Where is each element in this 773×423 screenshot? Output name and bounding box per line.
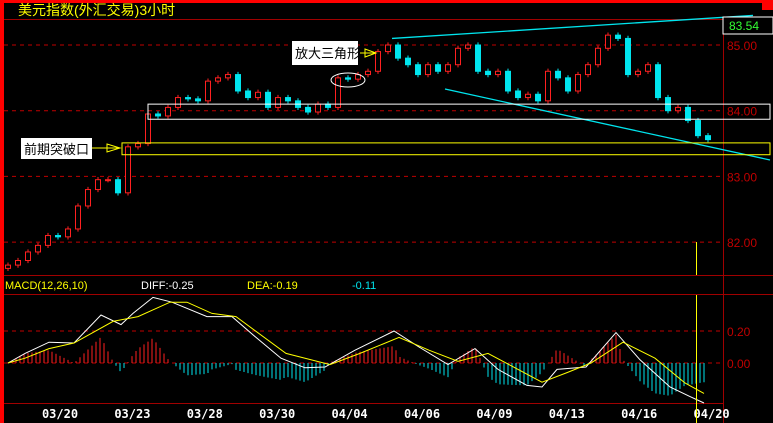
candle-body — [395, 44, 401, 59]
candle-body — [95, 179, 101, 191]
candle-body — [385, 44, 391, 53]
candle-body — [65, 228, 71, 238]
candle-body — [165, 106, 171, 117]
left-border — [0, 0, 4, 423]
candle-body — [705, 135, 711, 141]
candle-body — [375, 51, 381, 72]
candle-body — [255, 91, 261, 99]
candle-body — [425, 64, 431, 76]
candle-body — [215, 77, 221, 82]
candle-body — [535, 93, 541, 102]
candle-body — [25, 251, 31, 261]
price-tick-label: 84.00 — [727, 105, 757, 119]
candle-body — [85, 189, 91, 207]
candle-body — [115, 179, 121, 194]
candle-body — [5, 264, 11, 269]
chart-title: 美元指数(外汇交易)3小时 — [18, 2, 175, 18]
candle-body — [235, 74, 241, 92]
date-tick-label: 04/13 — [549, 407, 585, 421]
candle-body — [645, 64, 651, 72]
candle-body — [465, 44, 471, 49]
candle-body — [135, 143, 141, 148]
candle-body — [75, 205, 81, 230]
candle-body — [55, 235, 61, 238]
candle-body — [185, 97, 191, 100]
breakout-label: 前期突破口 — [24, 142, 89, 157]
candle-body — [205, 80, 211, 102]
candle-body — [545, 70, 551, 102]
diff-value: DIFF:-0.25 — [141, 280, 194, 292]
date-tick-label: 03/20 — [42, 407, 78, 421]
date-tick-label: 04/06 — [404, 407, 440, 421]
candle-body — [525, 93, 531, 99]
candle-body — [675, 106, 681, 112]
candle-body — [445, 64, 451, 72]
candle-body — [195, 98, 201, 102]
macd-tick-label: 0.00 — [727, 357, 751, 371]
candle-body — [485, 70, 491, 76]
candle-body — [345, 77, 351, 80]
candle-body — [635, 70, 641, 76]
date-tick-label: 03/23 — [114, 407, 150, 421]
triangle-label: 放大三角形 — [295, 46, 360, 61]
candle-body — [105, 179, 111, 182]
candle-body — [605, 34, 611, 49]
candle-body — [575, 74, 581, 92]
candle-body — [615, 34, 621, 39]
macd-value: -0.11 — [352, 280, 376, 292]
candle-body — [565, 77, 571, 92]
date-tick-label: 04/16 — [621, 407, 657, 421]
date-tick-label: 04/20 — [694, 407, 730, 421]
date-tick-label: 03/30 — [259, 407, 295, 421]
candle-body — [225, 74, 231, 79]
candle-body — [495, 70, 501, 76]
candle-body — [625, 37, 631, 76]
date-tick-label: 04/04 — [332, 407, 368, 421]
candle-body — [685, 106, 691, 122]
candle-body — [315, 103, 321, 113]
price-tick-label: 83.00 — [727, 170, 757, 184]
candle-body — [45, 235, 51, 246]
price-tick-label: 82.00 — [727, 236, 757, 250]
candle-body — [285, 97, 291, 102]
candle-body — [655, 64, 661, 99]
candle-body — [125, 146, 131, 194]
candle-body — [365, 70, 371, 76]
price-tick-label: 85.00 — [727, 39, 757, 53]
date-tick-label: 04/09 — [476, 407, 512, 421]
candle-body — [415, 64, 421, 76]
candle-body — [275, 97, 281, 108]
candle-body — [505, 70, 511, 92]
candle-body — [265, 91, 271, 108]
candle-body — [595, 47, 601, 66]
last-price-label: 83.54 — [729, 19, 759, 33]
window-button[interactable] — [762, 2, 773, 10]
candle-body — [435, 64, 441, 72]
candle-body — [515, 90, 521, 99]
candle-body — [245, 90, 251, 99]
candle-body — [405, 57, 411, 66]
candle-body — [15, 259, 21, 266]
macd-tick-label: 0.20 — [727, 325, 751, 339]
candle-body — [155, 113, 161, 117]
date-tick-label: 03/28 — [187, 407, 223, 421]
candle-body — [555, 70, 561, 79]
candle-body — [695, 120, 701, 137]
forex-chart[interactable]: 美元指数(外汇交易)3小时 85.00 84.00 83.00 82.00 0.20 0.… — [0, 0, 773, 423]
candle-body — [475, 44, 481, 72]
macd-title: MACD(12,26,10) — [5, 280, 88, 292]
candle-body — [35, 244, 41, 253]
candle-body — [585, 64, 591, 76]
candle-body — [335, 77, 341, 108]
candle-body — [455, 47, 461, 66]
dea-value: DEA:-0.19 — [247, 280, 298, 292]
candle-body — [175, 97, 181, 108]
candle-body — [305, 106, 311, 113]
